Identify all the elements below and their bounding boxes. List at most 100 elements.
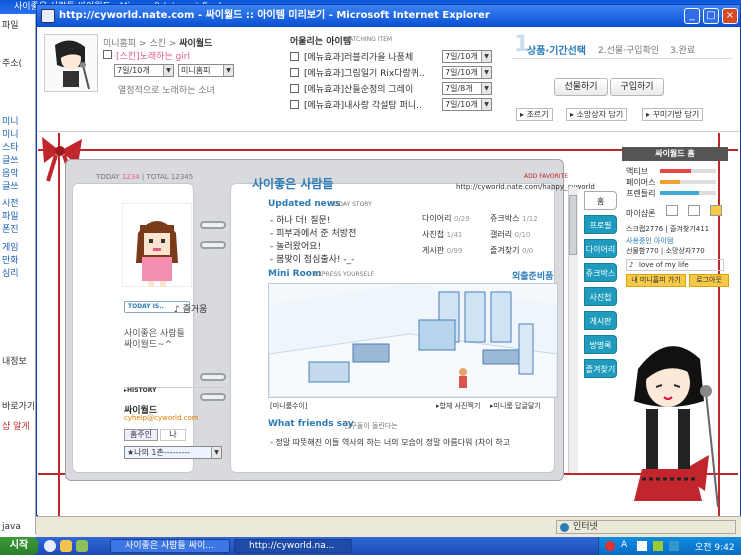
gift-row[interactable]: 선물함770 | 소망상자770 [626,246,705,256]
ime-icon[interactable] [637,541,647,551]
wishbox-button[interactable]: ▸ 소망상자 담기 [566,108,628,121]
bg-label-10[interactable]: 폰진 [2,222,19,235]
period-select[interactable]: 7일/10개 ▼ [114,64,174,77]
bg-label-7[interactable]: 글쓰 [2,179,19,192]
bg-label-16[interactable]: 샵 알게 [2,419,30,432]
news-item-0[interactable]: - 하나 더! 질문! [270,213,330,226]
book-ring [200,221,226,229]
taskbar-item-1[interactable]: http://cyworld.na... [234,539,352,553]
breadcrumb-0[interactable]: 미니홈피 [103,39,136,49]
close-button[interactable]: × [722,8,738,24]
ilchon-select[interactable]: ★나의 1촌--------- ▼ [124,446,222,459]
start-button[interactable]: 시작 [0,537,38,555]
tab-album[interactable]: 사진첩 [584,287,617,306]
photo-icon[interactable] [688,205,700,216]
breadcrumb-2: 싸이월드 [179,39,213,49]
bg-label-9[interactable]: 파일 [2,209,19,222]
history-label[interactable]: ▸HISTORY [124,387,156,394]
menu-album[interactable]: 사진첩 1/41 [422,229,462,240]
breadcrumb-1[interactable]: 스킨 [149,39,166,49]
related-period-0[interactable]: 7일/10개 ▼ [442,50,492,63]
bg-label-1[interactable]: 주소( [2,56,22,69]
miniroom-reply-link[interactable]: ▸미니룸 답글달기 [490,401,541,411]
item-label[interactable]: 사용중인 아이템 [626,236,673,246]
bg-label-13[interactable]: 심리 [2,266,19,279]
related-checkbox-2[interactable] [290,84,299,93]
related-item-1[interactable]: [메뉴효과]그림일기 Rix다랑퀴.. [304,66,425,79]
ie-icon [41,9,55,23]
tab-owner[interactable]: 홈주인 [124,429,158,441]
tab-me[interactable]: 나 [160,429,186,441]
related-checkbox-3[interactable] [290,100,299,109]
bg-label-8[interactable]: 시전 [2,196,19,209]
minimize-button[interactable]: _ [684,8,700,24]
maximize-button[interactable]: □ [703,8,719,24]
tab-profile[interactable]: 프로필 [584,215,617,234]
taskbar-item-0[interactable]: 사이좋은 사람들 싸이... [110,539,230,553]
bg-label-5[interactable]: 글쓰 [2,153,19,166]
menu-jukebox[interactable]: 쥬크박스 1/12 [490,213,538,224]
miniroom-right-label[interactable]: 외출준비품 [512,269,553,282]
logout-button[interactable]: 로그아웃 [689,274,729,287]
add-favorite-link[interactable]: ADD FAVORITE [524,173,568,180]
tab-jukebox[interactable]: 쥬크박스 [584,263,617,282]
miniroom-photo-link-text: 합체 사진찍기 [439,402,481,410]
tab-diary[interactable]: 다이어리 [584,239,617,258]
gift-button[interactable]: 선물하기 [554,78,608,96]
related-period-2[interactable]: 7일/8개 ▼ [442,82,492,95]
language-indicator[interactable]: A [621,540,627,550]
tab-home[interactable]: 홈 [584,191,617,210]
buy-button[interactable]: 구입하기 [610,78,664,96]
scrap-row[interactable]: 스크랩2776 | 즐겨찾기411 [626,224,709,234]
tab-board[interactable]: 게시판 [584,311,617,330]
related-period-1[interactable]: 7일/10개 ▼ [442,66,492,79]
bg-label-2[interactable]: 미니 [2,114,19,127]
flag-icon[interactable] [605,541,615,551]
news-item-1[interactable]: - 피부과에서 준 처방전 [270,226,356,239]
miniroom-photo-link[interactable]: ▸합체 사진찍기 [436,401,480,411]
visit-counter: TODAY 1234 | TOTAL 12345 [96,173,194,181]
bg-label-4[interactable]: 스타 [2,140,19,153]
miniroom-sub: EXPRESS YOURSELF [314,271,375,278]
bgm-title: love of my life [639,261,689,269]
camera-icon[interactable] [666,205,678,216]
security-icon[interactable] [669,541,679,551]
related-period-3[interactable]: 7일/10개 ▼ [442,98,492,111]
request-button[interactable]: ▸ 조르기 [516,108,553,121]
menu-favorites[interactable]: 즐겨찾기 0/0 [490,245,533,256]
shop-icon[interactable] [710,205,722,216]
ie-quicklaunch-icon[interactable] [44,540,56,552]
tray-icon[interactable] [653,541,663,551]
related-item-2[interactable]: [메뉴효과]산들순정의 그레이 [304,82,413,95]
bg-label-0[interactable]: 파일 [2,18,19,31]
bg-label-14[interactable]: 내정보 [2,354,27,367]
related-checkbox-0[interactable] [290,52,299,61]
globe-icon [560,523,569,532]
target-select[interactable]: 미니홈피 ▼ [178,64,234,77]
bg-label-6[interactable]: 음악 [2,166,19,179]
bg-label-17[interactable]: java [2,522,21,532]
bgm-player[interactable]: ♪ love of my life [626,259,724,271]
menu-board[interactable]: 게시판 0/99 [422,245,462,256]
scrollbar-thumb[interactable] [569,195,577,255]
miniroom-label[interactable]: [미니룸수이] [270,401,308,411]
stat-2-label: 프렌들리 [626,189,656,198]
decoroom-button[interactable]: ▸ 꾸미기방 담기 [642,108,704,121]
news-item-2[interactable]: - 놀러왔어요! [270,239,321,252]
related-item-0[interactable]: [메뉴효과]러블리가을 나풍체 [304,50,413,63]
news-item-3[interactable]: - 봄맞이 점심출사! -_- [270,252,354,265]
bg-label-11[interactable]: 게임 [2,240,19,253]
owner-email[interactable]: cyhelp@cyworld.com [124,414,199,422]
bg-label-15[interactable]: 바로가기 [2,399,35,412]
mini-label[interactable]: 마이샵론 [626,208,655,219]
desktop-quicklaunch-icon[interactable] [60,540,72,552]
my-home-button[interactable]: 내 미니홈피 가기 [626,274,686,287]
menu-diary[interactable]: 다이어리 0/29 [422,213,470,224]
related-checkbox-1[interactable] [290,68,299,77]
bg-label-3[interactable]: 미니 [2,127,19,140]
bg-label-12[interactable]: 만화 [2,253,19,266]
media-quicklaunch-icon[interactable] [76,540,88,552]
menu-gallery[interactable]: 갤러리 0/10 [490,229,530,240]
item-checkbox[interactable] [103,50,112,59]
related-item-3[interactable]: [메뉴효과]내사랑 각설탕 퍼니.. [304,98,422,111]
